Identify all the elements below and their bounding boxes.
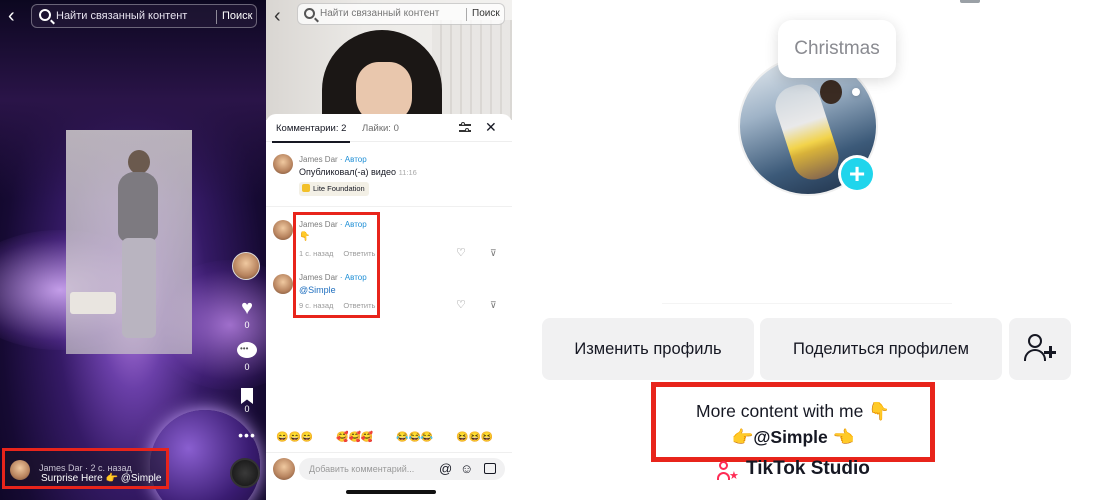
- home-indicator: [346, 490, 436, 494]
- posted-time: 11:16: [398, 168, 417, 177]
- add-story-button[interactable]: +: [838, 155, 876, 193]
- video-panel: ‹ Найти связанный контент Поиск ♥ 0 0 0 …: [0, 0, 266, 500]
- mention-icon[interactable]: @: [439, 461, 452, 476]
- comment-count: 0: [244, 362, 250, 372]
- back-arrow-icon[interactable]: ‹: [8, 6, 22, 26]
- search-placeholder: Найти связанный контент: [320, 8, 440, 19]
- emoji-group[interactable]: 😂😂😂: [396, 432, 433, 443]
- commenter-avatar[interactable]: [273, 154, 293, 174]
- comments-tabs: Комментарии: 2 Лайки: 0 ✕: [266, 114, 512, 143]
- commenter-avatar[interactable]: [273, 274, 293, 294]
- search-bar[interactable]: Найти связанный контент Поиск: [297, 3, 505, 25]
- profile-panel: + Christmas Изменить профиль Поделиться …: [512, 0, 1102, 500]
- music-disc-icon[interactable]: [230, 458, 260, 488]
- video-person-face: [356, 62, 412, 122]
- bio-highlight: More content with me 👇 👉@Simple 👈: [651, 382, 935, 462]
- tab-comments[interactable]: Комментарии: 2: [271, 123, 351, 143]
- photo-person-head: [128, 150, 150, 174]
- save-count: 0: [244, 404, 250, 414]
- note-bubble[interactable]: Christmas: [778, 20, 896, 78]
- filter-icon[interactable]: [459, 121, 471, 134]
- search-button[interactable]: Поиск: [222, 10, 252, 22]
- emoji-icon[interactable]: ☺: [460, 461, 473, 476]
- dislike-icon[interactable]: ⊽: [490, 300, 497, 311]
- effect-badge[interactable]: Lite Foundation: [299, 182, 369, 196]
- search-divider: [216, 10, 217, 24]
- tab-likes[interactable]: Лайки: 0: [362, 123, 399, 134]
- image-icon[interactable]: [484, 463, 496, 474]
- video-caption[interactable]: James Dar · 2 с. назад Surprise Here 👉 @…: [2, 448, 169, 489]
- author-name: James Dar: [299, 155, 338, 164]
- edit-profile-label: Изменить профиль: [574, 340, 722, 358]
- quick-emoji-bar: 😄😄😄 🥰🥰🥰 😂😂😂 😆😆😆: [266, 426, 512, 452]
- studio-label: TikTok Studio: [746, 458, 870, 479]
- plus-icon: +: [841, 158, 873, 190]
- badge-label: Lite Foundation: [313, 184, 365, 193]
- back-arrow-icon[interactable]: ‹: [274, 6, 288, 26]
- comment-input[interactable]: Добавить комментарий... @ ☺: [299, 458, 505, 480]
- edit-profile-button[interactable]: Изменить профиль: [542, 318, 754, 380]
- more-icon[interactable]: •••: [236, 428, 258, 442]
- comment-placeholder: Добавить комментарий...: [309, 464, 415, 474]
- highlight-box: [293, 212, 380, 318]
- creator-avatar[interactable]: [232, 252, 260, 280]
- photo-person-legs: [122, 238, 156, 338]
- bookmark-icon[interactable]: [241, 388, 253, 404]
- heart-icon[interactable]: ♥: [236, 298, 258, 318]
- section-divider: [266, 206, 512, 207]
- note-text: Christmas: [794, 38, 880, 59]
- comment-input-row: Добавить комментарий... @ ☺: [266, 452, 512, 484]
- wall-texture: [432, 20, 512, 120]
- dislike-icon[interactable]: ⊽: [490, 248, 497, 259]
- close-icon[interactable]: ✕: [485, 119, 497, 136]
- commenter-avatar[interactable]: [273, 220, 293, 240]
- comments-panel: ‹ Найти связанный контент Поиск Коммента…: [266, 0, 512, 500]
- effect-icon: [302, 184, 310, 192]
- caption-meta: James Dar · 2 с. назад: [39, 463, 132, 473]
- author-badge: · Автор: [337, 155, 367, 164]
- bio-line-1: More content with me 👇: [696, 401, 890, 421]
- search-button[interactable]: Поиск: [472, 8, 500, 19]
- emoji-group[interactable]: 😆😆😆: [456, 432, 493, 443]
- search-icon: [39, 9, 51, 21]
- bio-line-2[interactable]: 👉@Simple 👈: [656, 427, 930, 448]
- caption-avatar[interactable]: [10, 460, 30, 480]
- share-profile-button[interactable]: Поделиться профилем: [760, 318, 1002, 380]
- comments-sheet: Комментарии: 2 Лайки: 0 ✕ James Dar · Ав…: [266, 114, 512, 500]
- posted-label: Опубликовал(-а) видео: [299, 167, 397, 177]
- heart-outline-icon[interactable]: ♡: [456, 248, 466, 259]
- emoji-group[interactable]: 😄😄😄: [276, 432, 313, 443]
- emoji-group[interactable]: 🥰🥰🥰: [336, 432, 373, 443]
- my-avatar: [273, 458, 295, 480]
- screenshot-collage: ‹ Найти связанный контент Поиск ♥ 0 0 0 …: [0, 0, 1102, 500]
- posted-text: Опубликовал(-а) видео 11:16: [299, 167, 417, 177]
- add-friends-button[interactable]: [1009, 318, 1071, 380]
- photo-bed: [70, 292, 116, 314]
- comment-icon[interactable]: [237, 342, 257, 358]
- search-bar[interactable]: Найти связанный контент Поиск: [31, 4, 257, 28]
- share-profile-label: Поделиться профилем: [793, 340, 969, 358]
- studio-icon: ★: [717, 460, 739, 482]
- comment-author: James Dar · Автор: [299, 155, 367, 164]
- avatar-person-head: [820, 80, 842, 104]
- heart-outline-icon[interactable]: ♡: [456, 300, 466, 311]
- note-tail-dot: [852, 88, 860, 96]
- search-divider: [466, 8, 467, 21]
- section-divider: [662, 303, 952, 304]
- status-mark: [960, 0, 980, 3]
- photo-person-body: [118, 172, 158, 242]
- caption-text: Surprise Here 👉 @Simple: [41, 473, 162, 484]
- like-count: 0: [244, 320, 250, 330]
- search-placeholder: Найти связанный контент: [56, 10, 188, 22]
- search-icon: [304, 8, 315, 19]
